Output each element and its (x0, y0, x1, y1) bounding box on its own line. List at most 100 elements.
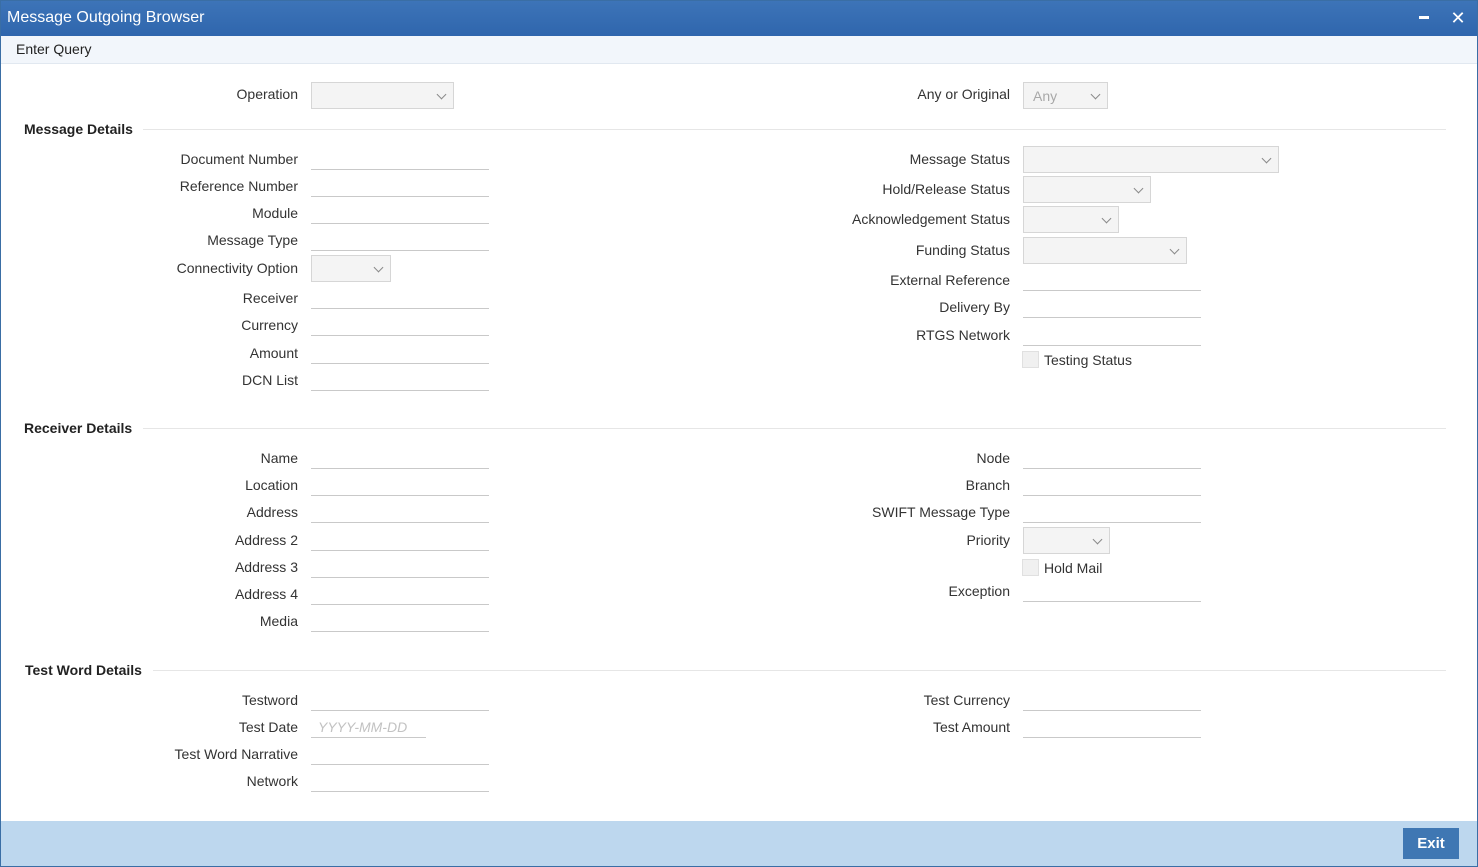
module-label: Module (252, 205, 298, 221)
receiver-label: Receiver (242, 290, 298, 306)
exception-label: Exception (948, 583, 1010, 599)
rtgs-network-field[interactable] (1023, 324, 1201, 346)
chevron-down-icon (1092, 534, 1103, 545)
chevron-down-icon (1101, 213, 1112, 224)
dcn-list-label: DCN List (241, 372, 298, 388)
test-amount-field[interactable] (1023, 716, 1201, 738)
acknowledgement-status-select[interactable] (1023, 206, 1119, 233)
test-word-narrative-field[interactable] (311, 743, 489, 765)
priority-label: Priority (966, 532, 1010, 548)
chevron-down-icon (373, 262, 384, 273)
section-divider (153, 670, 1446, 671)
currency-label: Currency (241, 317, 298, 333)
name-label: Name (260, 450, 298, 466)
acknowledgement-status-label: Acknowledgement Status (852, 211, 1010, 227)
minimize-icon[interactable] (1412, 5, 1436, 31)
any-or-original-select[interactable]: Any (1023, 82, 1108, 109)
testword-field[interactable] (311, 689, 489, 711)
address4-field[interactable] (311, 583, 489, 605)
address-label: Address (246, 504, 298, 520)
chevron-down-icon (436, 89, 447, 100)
test-amount-label: Test Amount (932, 719, 1010, 735)
document-number-label: Document Number (180, 151, 299, 167)
address2-field[interactable] (311, 529, 489, 551)
network-field[interactable] (311, 770, 489, 792)
amount-label: Amount (249, 345, 298, 361)
chevron-down-icon (1133, 183, 1144, 194)
message-details-title: Message Details (24, 121, 133, 137)
test-date-field[interactable]: YYYY-MM-DD (311, 716, 426, 738)
dcn-list-field[interactable] (311, 369, 489, 391)
any-or-original-value: Any (1033, 88, 1058, 104)
funding-status-label: Funding Status (915, 242, 1010, 258)
testing-status-checkbox[interactable] (1022, 351, 1039, 368)
hold-release-status-label: Hold/Release Status (882, 181, 1010, 197)
message-type-label: Message Type (207, 232, 298, 248)
external-reference-field[interactable] (1023, 269, 1201, 291)
message-status-label: Message Status (909, 151, 1010, 167)
hold-mail-label: Hold Mail (1044, 560, 1103, 576)
amount-field[interactable] (311, 342, 489, 364)
receiver-field[interactable] (311, 287, 489, 309)
branch-label: Branch (965, 477, 1010, 493)
delivery-by-field[interactable] (1023, 296, 1201, 318)
toolbar: Enter Query (1, 36, 1477, 64)
funding-status-select[interactable] (1023, 237, 1187, 264)
receiver-details-title: Receiver Details (24, 420, 133, 436)
rtgs-network-label: RTGS Network (916, 327, 1010, 343)
test-word-details-title: Test Word Details (25, 662, 142, 678)
footer-bar: Exit (1, 821, 1477, 866)
branch-field[interactable] (1023, 474, 1201, 496)
test-date-label: Test Date (238, 719, 298, 735)
message-outgoing-browser-window: Message Outgoing Browser ✕ Enter Query O… (0, 0, 1478, 867)
test-currency-field[interactable] (1023, 689, 1201, 711)
operation-label: Operation (236, 86, 298, 102)
name-field[interactable] (311, 447, 489, 469)
chevron-down-icon (1169, 244, 1180, 255)
address2-label: Address 2 (234, 532, 298, 548)
node-field[interactable] (1023, 447, 1201, 469)
media-label: Media (259, 613, 298, 629)
any-or-original-label: Any or Original (917, 86, 1010, 102)
hold-mail-checkbox[interactable] (1022, 559, 1039, 576)
swift-message-type-field[interactable] (1023, 501, 1201, 523)
swift-message-type-label: SWIFT Message Type (872, 504, 1010, 520)
location-label: Location (245, 477, 298, 493)
testing-status-label: Testing Status (1044, 352, 1132, 368)
exception-field[interactable] (1023, 580, 1201, 602)
test-word-narrative-label: Test Word Narrative (174, 746, 298, 762)
test-currency-label: Test Currency (923, 692, 1010, 708)
connectivity-option-select[interactable] (311, 255, 391, 282)
media-field[interactable] (311, 610, 489, 632)
window-title: Message Outgoing Browser (7, 9, 205, 26)
reference-number-label: Reference Number (179, 178, 298, 194)
testword-label: Testword (241, 692, 298, 708)
network-label: Network (246, 773, 298, 789)
section-divider (143, 428, 1446, 429)
delivery-by-label: Delivery By (939, 299, 1010, 315)
section-divider (143, 129, 1446, 130)
chevron-down-icon (1090, 89, 1101, 100)
operation-select[interactable] (311, 82, 454, 109)
address-field[interactable] (311, 501, 489, 523)
message-status-select[interactable] (1023, 146, 1279, 173)
title-bar: Message Outgoing Browser ✕ (1, 1, 1477, 36)
module-field[interactable] (311, 202, 489, 224)
reference-number-field[interactable] (311, 175, 489, 197)
message-type-field[interactable] (311, 229, 489, 251)
enter-query-button[interactable]: Enter Query (16, 41, 91, 57)
address4-label: Address 4 (234, 586, 298, 602)
test-date-placeholder: YYYY-MM-DD (318, 719, 408, 735)
close-icon[interactable]: ✕ (1446, 5, 1470, 31)
chevron-down-icon (1261, 153, 1272, 164)
exit-button[interactable]: Exit (1403, 828, 1459, 859)
external-reference-label: External Reference (890, 272, 1010, 288)
node-label: Node (976, 450, 1010, 466)
location-field[interactable] (311, 474, 489, 496)
currency-field[interactable] (311, 314, 489, 336)
connectivity-option-label: Connectivity Option (176, 260, 298, 276)
address3-field[interactable] (311, 556, 489, 578)
document-number-field[interactable] (311, 148, 489, 170)
priority-select[interactable] (1023, 527, 1110, 554)
hold-release-status-select[interactable] (1023, 176, 1151, 203)
